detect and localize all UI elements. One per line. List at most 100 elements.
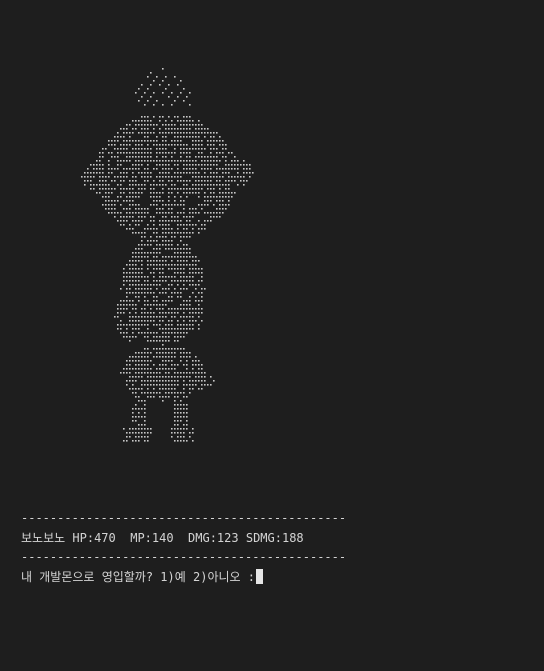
ascii-dot	[162, 268, 164, 270]
ascii-dot	[126, 436, 128, 438]
ascii-dot	[129, 324, 131, 326]
ascii-dot	[141, 356, 143, 358]
ascii-dot	[195, 372, 197, 374]
ascii-dot	[123, 224, 125, 226]
ascii-dot	[177, 228, 179, 230]
ascii-dot	[201, 176, 203, 178]
ascii-dot	[153, 340, 155, 342]
ascii-dot	[222, 152, 224, 154]
ascii-dot	[174, 364, 176, 366]
ascii-dot	[237, 168, 239, 170]
ascii-dot	[198, 280, 200, 282]
ascii-dot	[126, 380, 128, 382]
ascii-dot	[144, 128, 146, 130]
ascii-dot	[132, 204, 134, 206]
ascii-dot	[153, 332, 155, 334]
ascii-dot	[141, 424, 143, 426]
ascii-dot	[159, 292, 161, 294]
ascii-dot	[183, 160, 185, 162]
ascii-dot	[147, 320, 149, 322]
recruit-prompt-line[interactable]: 내 개발몬으로 영입할까? 1)예 2)아니오 :	[21, 569, 264, 585]
ascii-dot	[168, 152, 170, 154]
ascii-dot	[132, 232, 134, 234]
ascii-dot	[159, 236, 161, 238]
ascii-dot	[147, 324, 149, 326]
ascii-dot	[165, 388, 167, 390]
ascii-dot	[174, 332, 176, 334]
ascii-dot	[162, 136, 164, 138]
ascii-dot	[162, 280, 164, 282]
ascii-dot	[192, 268, 194, 270]
ascii-dot	[189, 328, 191, 330]
ascii-dot	[189, 220, 191, 222]
ascii-dot	[180, 148, 182, 150]
ascii-dot	[165, 312, 167, 314]
terminal-window[interactable]: ----------------------------------------…	[0, 0, 544, 671]
ascii-dot	[123, 208, 125, 210]
ascii-dot	[153, 276, 155, 278]
ascii-dot	[138, 432, 140, 434]
ascii-dot	[150, 320, 152, 322]
ascii-dot	[165, 256, 167, 258]
ascii-dot	[222, 208, 224, 210]
ascii-dot	[105, 184, 107, 186]
ascii-dot	[186, 376, 188, 378]
ascii-dot	[195, 356, 197, 358]
ascii-dot	[129, 336, 131, 338]
ascii-dot	[186, 132, 188, 134]
ascii-dot	[180, 128, 182, 130]
ascii-dot	[111, 172, 113, 174]
ascii-dot	[201, 124, 203, 126]
ascii-dot	[162, 148, 164, 150]
ascii-dot	[201, 376, 203, 378]
ascii-dot	[171, 376, 173, 378]
ascii-dot	[204, 160, 206, 162]
text-cursor[interactable]	[256, 569, 264, 584]
ascii-dot	[171, 212, 173, 214]
ascii-dot	[174, 328, 176, 330]
ascii-dot	[117, 220, 119, 222]
ascii-dot	[183, 356, 185, 358]
ascii-dot	[144, 400, 146, 402]
ascii-dot	[138, 120, 140, 122]
ascii-dot	[180, 440, 182, 442]
ascii-dot	[90, 164, 92, 166]
ascii-dot	[186, 152, 188, 154]
ascii-dot	[144, 152, 146, 154]
ascii-dot	[159, 372, 161, 374]
ascii-dot	[189, 296, 191, 298]
ascii-dot	[165, 232, 167, 234]
ascii-dot	[231, 168, 233, 170]
ascii-dot	[171, 312, 173, 314]
ascii-dot	[135, 368, 137, 370]
ascii-dot	[180, 80, 182, 82]
ascii-dot	[153, 168, 155, 170]
ascii-dot	[102, 176, 104, 178]
ascii-dot	[102, 152, 104, 154]
ascii-dot	[120, 320, 122, 322]
ascii-dot	[159, 356, 161, 358]
ascii-dot	[183, 308, 185, 310]
ascii-dot	[141, 360, 143, 362]
ascii-dot	[156, 192, 158, 194]
ascii-dot	[150, 396, 152, 398]
ascii-dot	[174, 116, 176, 118]
ascii-dot	[216, 156, 218, 158]
ascii-dot	[171, 356, 173, 358]
ascii-dot	[195, 180, 197, 182]
ascii-dot	[108, 152, 110, 154]
ascii-dot	[189, 300, 191, 302]
monster-name: 보노보노	[21, 531, 66, 545]
ascii-dot	[159, 284, 161, 286]
ascii-dot	[147, 384, 149, 386]
ascii-dot	[186, 360, 188, 362]
ascii-dot	[153, 320, 155, 322]
ascii-dot	[141, 436, 143, 438]
ascii-dot	[147, 132, 149, 134]
ascii-dot	[138, 184, 140, 186]
ascii-dot	[213, 188, 215, 190]
ascii-dot	[162, 368, 164, 370]
ascii-dot	[180, 276, 182, 278]
ascii-dot	[168, 248, 170, 250]
ascii-dot	[132, 172, 134, 174]
